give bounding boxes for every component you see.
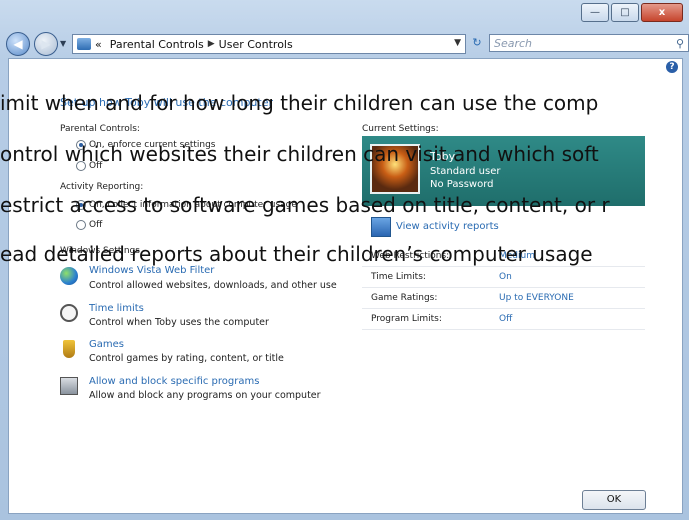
games-desc: Control games by rating, content, or tit… (89, 353, 284, 364)
globe-icon (60, 267, 78, 285)
ok-button[interactable]: OK (582, 490, 646, 510)
breadcrumb-chevrons[interactable]: « (95, 38, 102, 51)
user-password: No Password (430, 179, 494, 190)
breadcrumb-separator[interactable]: ▶ (208, 39, 215, 49)
activity-report-icon (371, 217, 391, 237)
forward-button[interactable]: ▶ (34, 32, 58, 56)
current-settings-label: Current Settings: (362, 124, 439, 134)
control-panel-icon (77, 38, 91, 50)
parental-controls-window: — □ x ◀ ▶ ▼ « Parental Controls ▶ User C… (0, 0, 689, 520)
search-input[interactable]: Search ⚲ (489, 34, 689, 52)
close-button[interactable]: x (641, 3, 683, 22)
search-icon[interactable]: ⚲ (676, 35, 684, 53)
activity-reporting-off[interactable]: Off (76, 220, 102, 230)
breadcrumb-user-controls[interactable]: User Controls (219, 38, 293, 51)
address-bar[interactable]: « Parental Controls ▶ User Controls ▼ (72, 34, 466, 54)
search-placeholder: Search (494, 37, 533, 50)
user-type: Standard user (430, 166, 501, 177)
games-link[interactable]: Games (89, 339, 124, 350)
address-dropdown-icon[interactable]: ▼ (454, 38, 461, 48)
time-limits-desc: Control when Toby uses the computer (89, 317, 269, 328)
clock-icon (60, 304, 78, 322)
minimize-button[interactable]: — (581, 3, 609, 22)
caption-buttons: — □ x (581, 3, 683, 22)
table-row: Time Limits: On (362, 267, 645, 288)
view-activity-reports-link[interactable]: View activity reports (396, 221, 499, 232)
parental-controls-label: Parental Controls: (60, 124, 140, 134)
maximize-button[interactable]: □ (611, 3, 639, 22)
radio-off[interactable] (76, 220, 86, 230)
trophy-icon (63, 340, 75, 358)
web-filter-desc: Control allowed websites, downloads, and… (89, 280, 337, 291)
refresh-button[interactable]: ↻ (468, 34, 486, 52)
time-limits-link[interactable]: Time limits (89, 303, 144, 314)
programs-desc: Allow and block any programs on your com… (89, 390, 321, 401)
navigation-toolbar: ◀ ▶ ▼ « Parental Controls ▶ User Control… (6, 30, 689, 56)
overlay-caption-2: ontrol which websites their children can… (0, 142, 599, 166)
overlay-caption-4: ead detailed reports about their childre… (0, 242, 593, 266)
activity-reporting-label: Activity Reporting: (60, 182, 144, 192)
history-dropdown-icon[interactable]: ▼ (60, 39, 66, 48)
programs-icon (60, 377, 78, 395)
overlay-caption-3: estrict access to software games based o… (0, 193, 610, 217)
table-row: Game Ratings: Up to EVERYONE (362, 288, 645, 309)
web-filter-link[interactable]: Windows Vista Web Filter (89, 265, 214, 276)
breadcrumb-parental-controls[interactable]: Parental Controls (110, 38, 204, 51)
help-icon[interactable]: ? (666, 61, 678, 73)
overlay-caption-1: imit when and for how long their childre… (0, 91, 599, 115)
back-button[interactable]: ◀ (6, 32, 30, 56)
table-row: Program Limits: Off (362, 309, 645, 330)
programs-link[interactable]: Allow and block specific programs (89, 376, 259, 387)
